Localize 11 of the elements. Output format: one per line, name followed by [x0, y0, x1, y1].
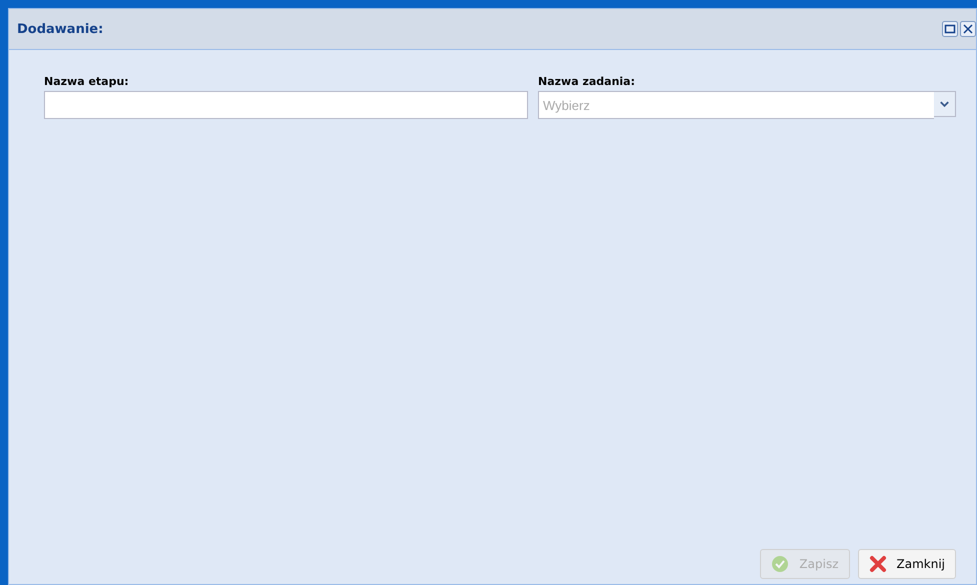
- close-icon[interactable]: [960, 21, 976, 37]
- close-button[interactable]: Zamknij: [858, 549, 956, 579]
- select-field[interactable]: Wybierz: [538, 91, 934, 119]
- dropdown-chevron-icon[interactable]: [934, 91, 956, 117]
- text-input[interactable]: [44, 91, 528, 119]
- check-circle-icon: [771, 555, 790, 573]
- maximize-icon[interactable]: [942, 21, 958, 37]
- field-label: Nazwa etapu:: [44, 75, 130, 88]
- field-label: Nazwa zadania:: [538, 75, 636, 88]
- close-icon: [868, 555, 886, 573]
- window-title: Dodawanie:: [17, 22, 104, 36]
